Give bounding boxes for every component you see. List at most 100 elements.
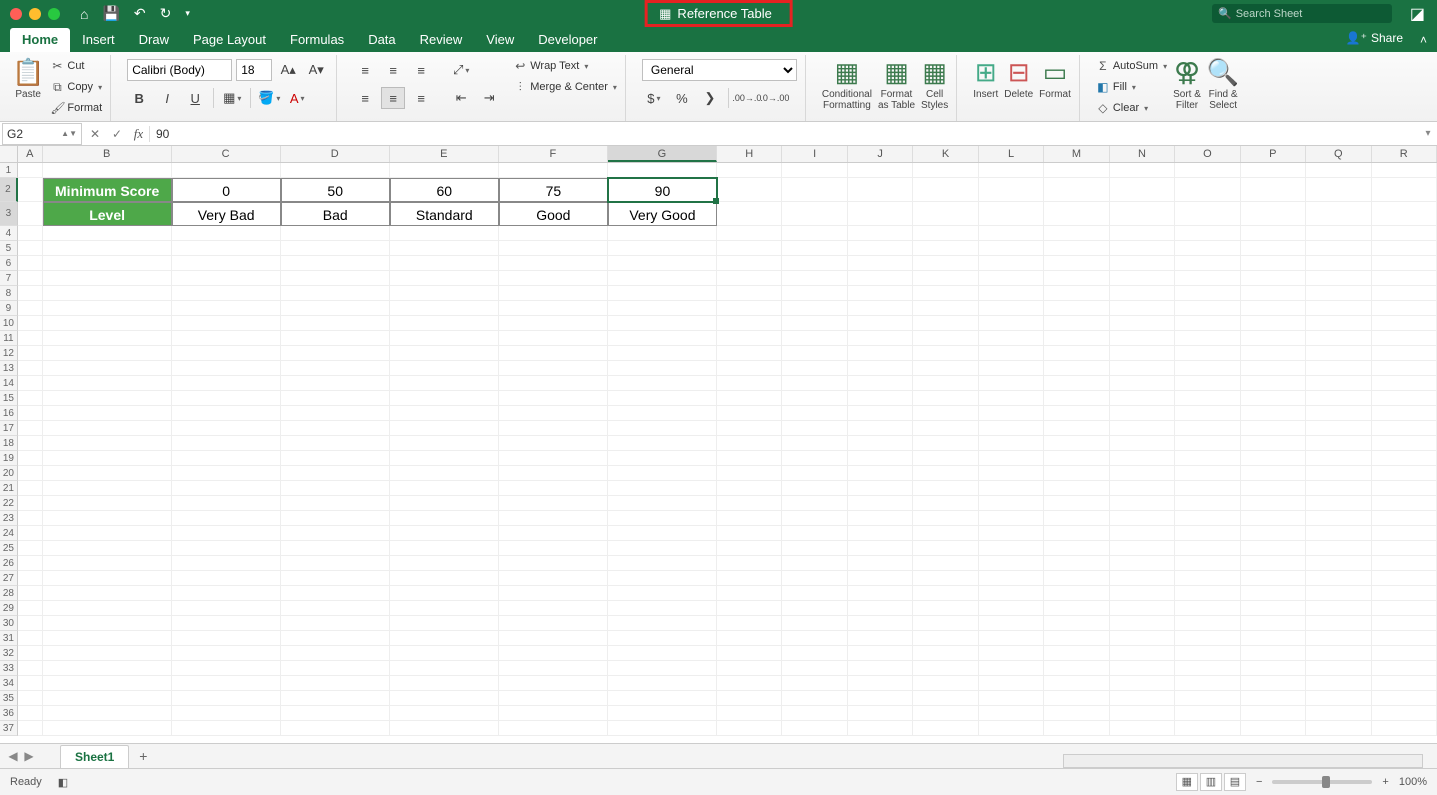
- cell-E22[interactable]: [390, 496, 499, 511]
- cell-G9[interactable]: [608, 301, 717, 316]
- cell-M5[interactable]: [1044, 241, 1109, 256]
- row-header-1[interactable]: 1: [0, 163, 18, 178]
- sheet-tab[interactable]: Sheet1: [60, 745, 129, 768]
- cell-I13[interactable]: [782, 361, 847, 376]
- cell-J1[interactable]: [848, 163, 913, 178]
- cell-R21[interactable]: [1372, 481, 1437, 496]
- tab-home[interactable]: Home: [10, 28, 70, 52]
- cell-K1[interactable]: [913, 163, 978, 178]
- delete-cells-button[interactable]: ⊟Delete: [1004, 55, 1033, 100]
- cell-M1[interactable]: [1044, 163, 1109, 178]
- underline-button[interactable]: U: [183, 87, 207, 109]
- cell-O14[interactable]: [1175, 376, 1240, 391]
- cell-I36[interactable]: [782, 706, 847, 721]
- cell-K29[interactable]: [913, 601, 978, 616]
- cell-M15[interactable]: [1044, 391, 1109, 406]
- cell-J27[interactable]: [848, 571, 913, 586]
- cell-R3[interactable]: [1372, 202, 1437, 226]
- cell-M30[interactable]: [1044, 616, 1109, 631]
- cell-M28[interactable]: [1044, 586, 1109, 601]
- cell-A27[interactable]: [18, 571, 43, 586]
- cell-L26[interactable]: [979, 556, 1044, 571]
- cell-I32[interactable]: [782, 646, 847, 661]
- cell-N4[interactable]: [1110, 226, 1175, 241]
- cell-K8[interactable]: [913, 286, 978, 301]
- cell-P21[interactable]: [1241, 481, 1306, 496]
- cell-B29[interactable]: [43, 601, 172, 616]
- cell-R17[interactable]: [1372, 421, 1437, 436]
- cell-O24[interactable]: [1175, 526, 1240, 541]
- cell-I1[interactable]: [782, 163, 847, 178]
- share-button[interactable]: 👤⁺Share: [1346, 31, 1403, 45]
- fx-icon[interactable]: fx: [128, 126, 150, 142]
- cell-Q30[interactable]: [1306, 616, 1371, 631]
- cell-D8[interactable]: [281, 286, 390, 301]
- col-header-P[interactable]: P: [1241, 146, 1306, 162]
- row-header-30[interactable]: 30: [0, 616, 18, 631]
- cell-D1[interactable]: [281, 163, 390, 178]
- cell-Q25[interactable]: [1306, 541, 1371, 556]
- clear-button[interactable]: ◇Clear▾: [1096, 99, 1167, 117]
- cell-C22[interactable]: [172, 496, 281, 511]
- cell-H2[interactable]: [717, 178, 782, 202]
- cell-H13[interactable]: [717, 361, 782, 376]
- cell-L23[interactable]: [979, 511, 1044, 526]
- cell-A7[interactable]: [18, 271, 43, 286]
- cell-D32[interactable]: [281, 646, 390, 661]
- row-header-33[interactable]: 33: [0, 661, 18, 676]
- cell-N9[interactable]: [1110, 301, 1175, 316]
- cell-P18[interactable]: [1241, 436, 1306, 451]
- cell-B23[interactable]: [43, 511, 172, 526]
- zoom-slider[interactable]: [1272, 780, 1372, 784]
- cell-G18[interactable]: [608, 436, 717, 451]
- cell-H28[interactable]: [717, 586, 782, 601]
- col-header-J[interactable]: J: [848, 146, 913, 162]
- cell-R4[interactable]: [1372, 226, 1437, 241]
- tab-data[interactable]: Data: [356, 28, 407, 52]
- cell-E8[interactable]: [390, 286, 499, 301]
- cell-F30[interactable]: [499, 616, 608, 631]
- cell-Q18[interactable]: [1306, 436, 1371, 451]
- cell-M8[interactable]: [1044, 286, 1109, 301]
- cell-B6[interactable]: [43, 256, 172, 271]
- cell-A34[interactable]: [18, 676, 43, 691]
- cell-E16[interactable]: [390, 406, 499, 421]
- cell-G20[interactable]: [608, 466, 717, 481]
- minimize-window-button[interactable]: [29, 8, 41, 20]
- cell-N19[interactable]: [1110, 451, 1175, 466]
- cell-I3[interactable]: [782, 202, 847, 226]
- cell-H14[interactable]: [717, 376, 782, 391]
- cell-K12[interactable]: [913, 346, 978, 361]
- cell-F6[interactable]: [499, 256, 608, 271]
- cell-R36[interactable]: [1372, 706, 1437, 721]
- cell-P32[interactable]: [1241, 646, 1306, 661]
- cell-M14[interactable]: [1044, 376, 1109, 391]
- cell-E36[interactable]: [390, 706, 499, 721]
- cell-C8[interactable]: [172, 286, 281, 301]
- cell-H26[interactable]: [717, 556, 782, 571]
- cell-K30[interactable]: [913, 616, 978, 631]
- cell-G19[interactable]: [608, 451, 717, 466]
- cell-I31[interactable]: [782, 631, 847, 646]
- next-sheet-button[interactable]: ▶: [22, 749, 36, 763]
- cell-K36[interactable]: [913, 706, 978, 721]
- row-header-26[interactable]: 26: [0, 556, 18, 571]
- cell-J32[interactable]: [848, 646, 913, 661]
- cell-R30[interactable]: [1372, 616, 1437, 631]
- row-header-4[interactable]: 4: [0, 226, 18, 241]
- cell-E1[interactable]: [390, 163, 499, 178]
- cell-C12[interactable]: [172, 346, 281, 361]
- cell-M11[interactable]: [1044, 331, 1109, 346]
- cell-M23[interactable]: [1044, 511, 1109, 526]
- cell-R5[interactable]: [1372, 241, 1437, 256]
- cell-C25[interactable]: [172, 541, 281, 556]
- cell-D3[interactable]: Bad: [281, 202, 390, 226]
- cell-K24[interactable]: [913, 526, 978, 541]
- cell-I11[interactable]: [782, 331, 847, 346]
- cell-J11[interactable]: [848, 331, 913, 346]
- row-header-3[interactable]: 3: [0, 202, 18, 226]
- cell-H32[interactable]: [717, 646, 782, 661]
- cell-I14[interactable]: [782, 376, 847, 391]
- cell-A33[interactable]: [18, 661, 43, 676]
- cell-M17[interactable]: [1044, 421, 1109, 436]
